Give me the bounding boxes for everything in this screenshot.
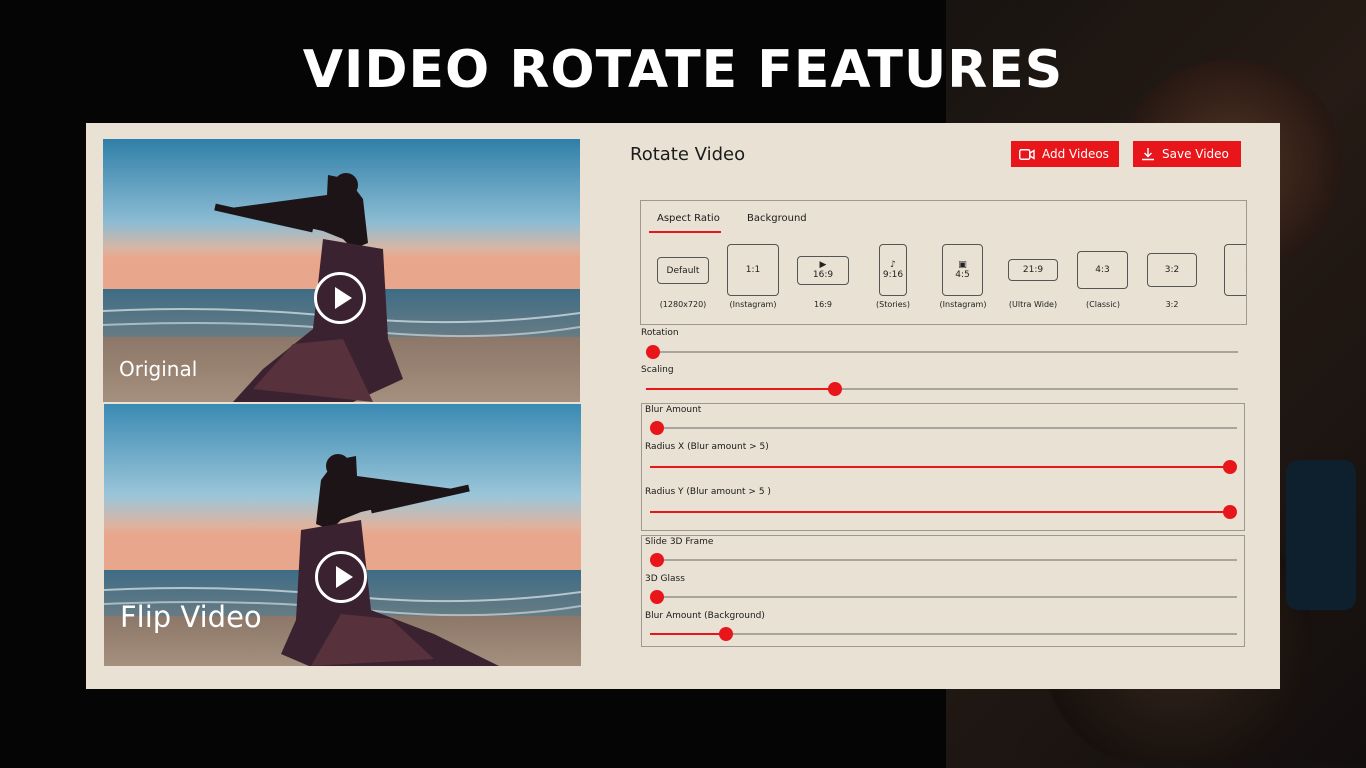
3d-glass-slider-handle[interactable]	[650, 590, 664, 604]
original-caption: Original	[119, 357, 198, 381]
blur-amount-label: Blur Amount	[645, 405, 702, 415]
ratio-4-5[interactable]: ▣ 4:5	[942, 244, 983, 296]
add-videos-button[interactable]: Add Videos	[1011, 141, 1119, 167]
save-video-label: Save Video	[1162, 147, 1229, 161]
slide-3d-frame-slider-handle[interactable]	[650, 553, 664, 567]
scaling-label: Scaling	[641, 365, 674, 375]
ratio-partial[interactable]: 3:	[1224, 244, 1246, 296]
ratio-default[interactable]: Default	[657, 257, 709, 284]
ratio-default-label: Default	[666, 265, 700, 276]
editor-title: Rotate Video	[630, 144, 746, 165]
flip-video-preview[interactable]: Flip Video	[104, 404, 581, 666]
scaling-slider-handle[interactable]	[828, 382, 843, 396]
tab-background[interactable]: Background	[747, 213, 807, 224]
app-panel: Original Flip Video Rotate Video Add Vid…	[86, 123, 1280, 689]
ratio-16-9[interactable]: ▶ 16:9	[797, 256, 849, 285]
play-icon[interactable]	[314, 272, 366, 324]
ratio-3-2-caption: 3:2	[1165, 300, 1179, 309]
play-icon[interactable]	[315, 551, 367, 603]
radius-y-slider[interactable]	[650, 505, 1237, 519]
ratio-16-9-label: 16:9	[812, 270, 834, 280]
3d-glass-label: 3D Glass	[645, 574, 685, 584]
blur-background-slider[interactable]	[650, 627, 1237, 641]
slide-3d-frame-label: Slide 3D Frame	[645, 537, 714, 547]
add-videos-label: Add Videos	[1042, 147, 1109, 161]
ratio-21-9[interactable]: 21:9	[1008, 259, 1058, 281]
ratio-4-3-label: 4:3	[1095, 265, 1110, 275]
blur-amount-slider-handle[interactable]	[650, 421, 664, 435]
ratio-4-5-label: 4:5	[955, 269, 970, 280]
scaling-slider[interactable]	[646, 382, 1238, 396]
tiktok-icon: ♪	[890, 259, 896, 270]
ratio-partial-caption: 3	[1211, 300, 1246, 309]
ratio-default-caption: (1280x720)	[659, 300, 707, 309]
rotation-label: Rotation	[641, 328, 679, 338]
radius-x-label: Radius X (Blur amount > 5)	[645, 442, 769, 452]
ratio-4-5-caption: (Instagram)	[939, 300, 987, 309]
tab-aspect-ratio[interactable]: Aspect Ratio	[657, 213, 720, 224]
active-tab-indicator	[649, 231, 721, 233]
rotation-slider[interactable]	[646, 345, 1238, 359]
youtube-icon: ▶	[819, 260, 827, 270]
ratio-9-16-label: 9:16	[882, 269, 904, 280]
ratio-9-16[interactable]: ♪ 9:16	[879, 244, 907, 296]
ratio-9-16-caption: (Stories)	[876, 300, 910, 309]
original-video-preview[interactable]: Original	[103, 139, 580, 402]
video-camera-icon	[1019, 148, 1035, 160]
ratio-3-2[interactable]: 3:2	[1147, 253, 1197, 287]
ratio-3-2-label: 3:2	[1164, 265, 1180, 275]
3d-glass-slider[interactable]	[650, 590, 1237, 604]
ratio-1-1-caption: (Instagram)	[729, 300, 777, 309]
download-icon	[1142, 148, 1154, 161]
radius-y-label: Radius Y (Blur amount > 5 )	[645, 487, 771, 497]
ratio-4-3[interactable]: 4:3	[1077, 251, 1128, 289]
headline: VIDEO ROTATE FEATURES	[302, 40, 1064, 100]
radius-x-slider-handle[interactable]	[1223, 460, 1237, 474]
blur-background-label: Blur Amount (Background)	[645, 611, 765, 621]
radius-x-slider[interactable]	[650, 460, 1237, 474]
ratio-21-9-label: 21:9	[1022, 265, 1044, 275]
ratio-4-3-caption: (Classic)	[1086, 300, 1120, 309]
ratio-21-9-caption: (Ultra Wide)	[1008, 300, 1058, 309]
rotation-slider-handle[interactable]	[646, 345, 660, 359]
ratio-partial-label: 3:	[1245, 265, 1246, 275]
save-video-button[interactable]: Save Video	[1133, 141, 1241, 167]
slide-3d-frame-slider[interactable]	[650, 553, 1237, 567]
radius-y-slider-handle[interactable]	[1223, 505, 1237, 519]
ratio-16-9-caption: 16:9	[814, 300, 832, 309]
instagram-icon: ▣	[958, 259, 967, 270]
aspect-ratio-panel: Aspect Ratio Background Default (1280x72…	[640, 200, 1247, 325]
ratio-1-1[interactable]: 1:1	[727, 244, 779, 296]
ratio-1-1-label: 1:1	[745, 265, 761, 275]
flip-video-caption: Flip Video	[120, 600, 262, 634]
blur-amount-slider[interactable]	[650, 421, 1237, 435]
